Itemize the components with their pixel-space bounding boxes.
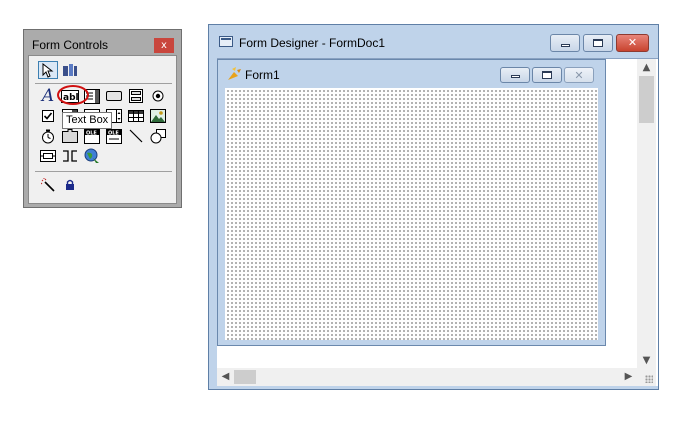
builder-lock-tool-icon[interactable] [60, 61, 80, 79]
vertical-scroll-thumb[interactable] [639, 76, 654, 123]
designer-close-button[interactable]: ✕ [616, 34, 649, 52]
container-tool-icon[interactable] [38, 147, 58, 165]
form1-minimize-button[interactable] [500, 67, 530, 83]
option-group-tool-icon[interactable] [148, 87, 168, 105]
toolbox-title-bar[interactable]: Form Controls x [28, 35, 178, 55]
pointer-tool-icon[interactable] [38, 61, 58, 79]
maximize-icon [593, 39, 603, 47]
command-group-tool-icon[interactable] [126, 87, 146, 105]
close-icon: ✕ [627, 36, 638, 49]
scroll-right-icon[interactable]: ▶ [620, 368, 637, 386]
designer-maximize-button[interactable] [583, 34, 613, 52]
scroll-down-icon[interactable]: ▼ [637, 352, 656, 369]
size-grip-icon[interactable] [637, 368, 656, 386]
toolbox-separator [35, 171, 172, 172]
close-icon: ✕ [574, 69, 584, 82]
text-box-highlight-circle [57, 85, 89, 105]
page-frame-tool-icon[interactable] [60, 127, 80, 145]
designer-title-bar[interactable]: Form Designer - FormDoc1 ✕ [209, 25, 658, 57]
image-tool-icon[interactable] [148, 107, 168, 125]
form1-window[interactable]: Form1 ✕ [217, 59, 606, 346]
maximize-icon [542, 71, 552, 79]
form-icon [228, 67, 241, 80]
builder-wand-icon[interactable] [38, 176, 58, 194]
line-tool-icon[interactable] [126, 127, 146, 145]
lock-icon[interactable] [60, 176, 80, 194]
designer-client-area[interactable]: Form1 ✕ [217, 58, 658, 386]
minimize-icon [561, 44, 570, 47]
toolbox-close-button[interactable]: x [154, 38, 174, 53]
minimize-icon [511, 75, 520, 78]
activex-bound-control-tool-icon[interactable]: OLE [104, 127, 124, 145]
horizontal-scroll-thumb[interactable] [234, 370, 256, 384]
horizontal-scrollbar[interactable]: ◀ ▶ [217, 368, 637, 386]
command-button-tool-icon[interactable] [104, 87, 124, 105]
check-box-tool-icon[interactable] [38, 107, 58, 125]
label-tool-icon[interactable]: A [38, 86, 58, 106]
designer-minimize-button[interactable] [550, 34, 580, 52]
toolbox-separator [35, 83, 172, 84]
svg-text:OLE: OLE [108, 130, 119, 136]
svg-text:OLE: OLE [86, 130, 97, 136]
toolbox-title: Form Controls [32, 38, 109, 52]
form1-title: Form1 [245, 68, 280, 82]
shape-tool-icon[interactable] [148, 127, 168, 145]
activex-control-tool-icon[interactable]: OLE [82, 127, 102, 145]
grid-tool-icon[interactable] [126, 107, 146, 125]
scroll-up-icon[interactable]: ▲ [637, 59, 656, 76]
form-design-surface[interactable] [225, 88, 598, 340]
form1-maximize-button[interactable] [532, 67, 562, 83]
scroll-left-icon[interactable]: ◀ [217, 368, 234, 386]
form-designer-window: Form Designer - FormDoc1 ✕ Form1 ✕ ▲ ▼ ◀… [208, 24, 659, 390]
hyperlink-tool-icon[interactable] [82, 147, 102, 165]
timer-tool-icon[interactable] [38, 127, 58, 145]
separator-tool-icon[interactable] [60, 147, 80, 165]
designer-title: Form Designer - FormDoc1 [239, 36, 386, 50]
form1-close-button[interactable]: ✕ [564, 67, 594, 83]
toolbox-panel: A abl OLE OLE [28, 55, 177, 204]
text-box-tooltip: Text Box [62, 112, 112, 129]
vertical-scrollbar[interactable]: ▲ ▼ [637, 59, 656, 369]
form-designer-icon [219, 36, 233, 47]
